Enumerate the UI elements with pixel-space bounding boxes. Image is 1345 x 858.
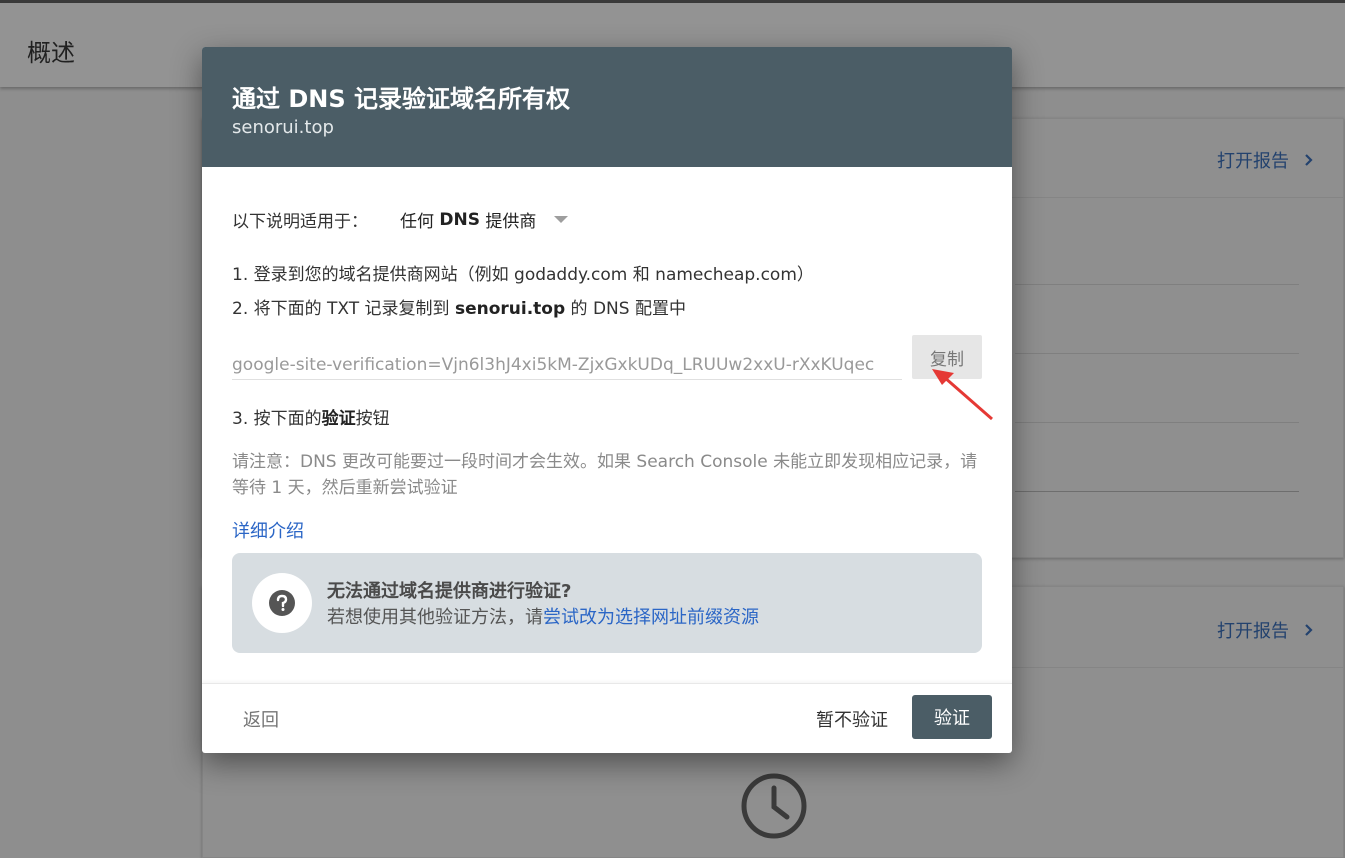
skip-verify-button[interactable]: 暂不验证 — [816, 706, 888, 732]
alt-text: 若想使用其他验证方法，请尝试改为选择网址前缀资源 — [327, 603, 759, 629]
dns-verification-dialog: 通过 DNS 记录验证域名所有权 senorui.top 以下说明适用于： 任何… — [202, 47, 1012, 753]
annotation-arrow-icon — [932, 369, 993, 421]
step-3-prefix: 3. 按下面的 — [232, 409, 322, 429]
step-2-suffix: 的 DNS 配置中 — [565, 299, 686, 319]
dns-propagation-note: 请注意：DNS 更改可能要过一段时间才会生效。如果 Search Console… — [232, 452, 978, 498]
provider-select[interactable]: 任何 DNS 提供商 — [400, 207, 569, 232]
card-row-divider — [1015, 284, 1299, 285]
alt-text-prefix: 若想使用其他验证方法，请 — [327, 607, 543, 628]
help-icon — [269, 590, 295, 616]
step-2: 2. 将下面的 TXT 记录复制到 senorui.top 的 DNS 配置中 — [232, 294, 686, 319]
verify-button[interactable]: 验证 — [912, 695, 992, 739]
provider-bold: DNS — [439, 209, 480, 230]
card-row-divider — [1015, 422, 1299, 423]
dialog-footer: 返回 暂不验证 验证 — [202, 683, 1012, 753]
alternative-method-box: 无法通过域名提供商进行验证? 若想使用其他验证方法，请尝试改为选择网址前缀资源 — [232, 553, 982, 653]
page-title: 概述 — [27, 39, 75, 67]
dialog-title: 通过 DNS 记录验证域名所有权 — [232, 85, 571, 113]
step-3: 3. 按下面的验证按钮 — [232, 404, 390, 429]
open-report-label: 打开报告 — [1217, 151, 1289, 172]
applies-label: 以下说明适用于： — [232, 212, 368, 232]
step-3-bold: 验证 — [321, 409, 356, 429]
learn-more-link[interactable]: 详细介绍 — [232, 517, 304, 543]
provider-suffix: 提供商 — [480, 212, 537, 232]
dropdown-arrow-icon — [554, 216, 569, 223]
open-report-link[interactable]: 打开报告 — [1217, 147, 1315, 173]
card-row-divider — [1015, 353, 1299, 354]
clock-icon — [741, 773, 807, 839]
txt-record-field[interactable]: google-site-verification=Vjn6l3hJ4xi5kM-… — [232, 351, 902, 380]
dialog-domain: senorui.top — [232, 117, 334, 138]
open-report-label: 打开报告 — [1217, 621, 1289, 642]
step-1: 1. 登录到您的域名提供商网站（例如 godaddy.com 和 nameche… — [232, 265, 814, 285]
step-3-suffix: 按钮 — [355, 409, 390, 429]
card-row-divider — [1015, 491, 1299, 492]
applies-row: 以下说明适用于： 任何 DNS 提供商 — [232, 207, 569, 232]
chevron-right-icon — [1305, 154, 1313, 166]
open-report-link[interactable]: 打开报告 — [1217, 617, 1315, 643]
step-2-prefix: 2. 将下面的 TXT 记录复制到 — [232, 299, 455, 319]
alt-title: 无法通过域名提供商进行验证? — [327, 581, 572, 602]
provider-prefix: 任何 — [400, 212, 440, 232]
help-icon-circle — [252, 573, 312, 633]
step-2-domain: senorui.top — [454, 299, 566, 319]
dialog-header: 通过 DNS 记录验证域名所有权 senorui.top — [202, 47, 1012, 167]
chevron-right-icon — [1305, 624, 1313, 636]
back-button[interactable]: 返回 — [243, 706, 279, 732]
url-prefix-link[interactable]: 尝试改为选择网址前缀资源 — [543, 607, 759, 628]
